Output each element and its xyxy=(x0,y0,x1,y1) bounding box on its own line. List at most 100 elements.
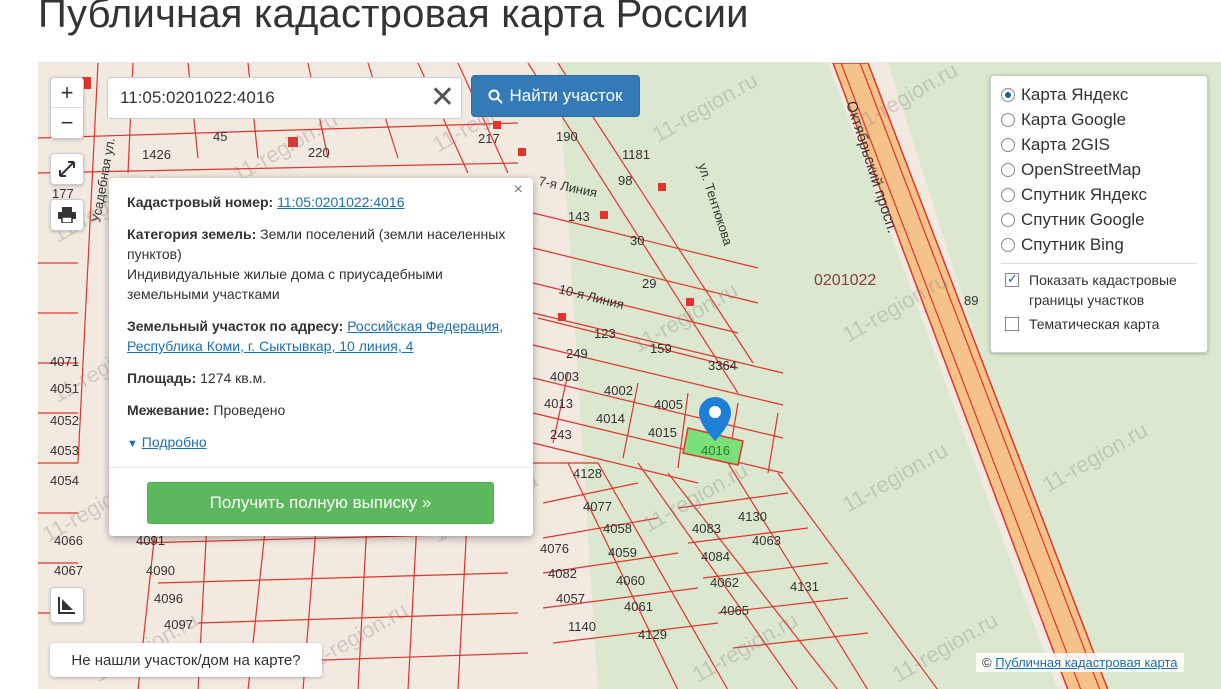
checkbox-checked-icon[interactable] xyxy=(1005,270,1019,290)
zoom-out-button[interactable]: − xyxy=(51,108,83,138)
parcel-label: 243 xyxy=(550,427,572,442)
layer-option-2gis-map[interactable]: Карта 2GIS xyxy=(1001,132,1197,157)
map-container[interactable]: 45 220 1426 177 217 190 1181 98 143 30 2… xyxy=(38,62,1221,689)
radio-selected-icon[interactable] xyxy=(1001,87,1015,102)
parcel-label: 4013 xyxy=(544,396,573,411)
find-parcel-button[interactable]: Найти участок xyxy=(471,75,640,117)
land-category-row: Категория земель: Земли поселений (земли… xyxy=(127,224,515,304)
find-parcel-label: Найти участок xyxy=(509,86,623,105)
layer-label: Карта Google xyxy=(1021,109,1127,129)
copyright-link[interactable]: Публичная кадастровая карта xyxy=(995,655,1177,670)
layer-option-google-map[interactable]: Карта Google xyxy=(1001,107,1197,132)
parcel-label: 4130 xyxy=(738,509,767,524)
parcel-label: 4060 xyxy=(616,573,645,588)
layer-option-yandex-map[interactable]: Карта Яндекс xyxy=(1001,82,1197,107)
zoom-in-button[interactable]: + xyxy=(51,78,83,108)
parcel-label: 4067 xyxy=(54,563,83,578)
thematic-map-toggle[interactable]: Тематическая карта xyxy=(1001,314,1197,334)
parcel-label: 220 xyxy=(308,145,330,160)
copyright-symbol: © xyxy=(982,655,992,670)
parcel-label: 29 xyxy=(642,276,656,291)
show-cadastral-borders-toggle[interactable]: Показать кадастровые границы участков xyxy=(1001,270,1197,310)
parcel-label: 4052 xyxy=(50,413,79,428)
parcel-label: 89 xyxy=(964,293,978,308)
layer-label: OpenStreetMap xyxy=(1021,159,1142,179)
parcel-label: 1426 xyxy=(142,147,171,162)
parcel-label: 4054 xyxy=(50,473,79,488)
get-full-extract-button[interactable]: Получить полную выписку » xyxy=(147,482,494,524)
parcel-label: 3364 xyxy=(708,358,737,373)
survey-value: Проведено xyxy=(213,402,286,418)
search-field[interactable]: ✕ xyxy=(107,77,462,119)
parcel-label: 4071 xyxy=(50,354,79,369)
radio-icon[interactable] xyxy=(1001,137,1015,152)
radio-icon[interactable] xyxy=(1001,162,1015,177)
parcel-label: 143 xyxy=(568,209,590,224)
radio-icon[interactable] xyxy=(1001,212,1015,227)
layer-label: Спутник Яндекс xyxy=(1021,184,1147,204)
parcel-label: 4003 xyxy=(550,369,579,384)
parcel-label: 4063 xyxy=(752,533,781,548)
parcel-label: 4077 xyxy=(583,499,612,514)
checkbox-label: Тематическая карта xyxy=(1029,316,1160,332)
parcel-label: 190 xyxy=(556,129,578,144)
details-link[interactable]: Подробно xyxy=(142,434,207,450)
parcel-label: 4096 xyxy=(154,591,183,606)
parcel-label: 4129 xyxy=(638,627,667,642)
cadastral-number-link[interactable]: 11:05:0201022:4016 xyxy=(277,194,404,210)
layer-label: Карта 2GIS xyxy=(1021,134,1110,154)
parcel-label: 4090 xyxy=(146,563,175,578)
land-usage-value: Индивидуальные жилые дома с приусадебным… xyxy=(127,266,443,302)
parcel-label: 4005 xyxy=(654,397,683,412)
fullscreen-button[interactable] xyxy=(50,153,84,185)
parcel-label: 4065 xyxy=(720,603,749,618)
parcel-label: 4061 xyxy=(624,599,653,614)
parcel-label: 4128 xyxy=(573,466,602,481)
popup-close-button[interactable]: × xyxy=(514,180,523,200)
details-toggle[interactable]: ▼ Подробно xyxy=(127,432,515,454)
checkbox-icon[interactable] xyxy=(1005,317,1019,331)
search-icon xyxy=(488,89,504,104)
area-row: Площадь: 1274 кв.м. xyxy=(127,368,515,388)
popup-divider xyxy=(109,467,533,468)
parcel-label: 4076 xyxy=(540,541,569,556)
search-input[interactable] xyxy=(120,88,420,108)
layers-divider xyxy=(1001,263,1197,264)
parcel-label: 45 xyxy=(213,129,227,144)
print-button[interactable] xyxy=(50,199,84,231)
caret-down-icon: ▼ xyxy=(127,438,138,450)
parcel-label: 4084 xyxy=(701,549,730,564)
close-icon[interactable]: ✕ xyxy=(430,83,455,113)
zoom-control: + − xyxy=(50,77,84,139)
ruler-button[interactable] xyxy=(50,587,84,623)
layer-option-yandex-satellite[interactable]: Спутник Яндекс xyxy=(1001,182,1197,207)
address-row: Земельный участок по адресу: Российская … xyxy=(127,316,515,356)
layer-option-osm[interactable]: OpenStreetMap xyxy=(1001,157,1197,182)
parcel-label: 1140 xyxy=(568,619,596,634)
parcel-label: 4058 xyxy=(603,521,632,536)
radio-icon[interactable] xyxy=(1001,237,1015,252)
address-label: Земельный участок по адресу: xyxy=(127,318,344,334)
layer-label: Спутник Google xyxy=(1021,209,1145,229)
parcel-info-popup: × Кадастровый номер: 11:05:0201022:4016 … xyxy=(109,178,533,536)
parcel-label: 4015 xyxy=(648,425,677,440)
radio-icon[interactable] xyxy=(1001,112,1015,127)
land-category-label: Категория земель: xyxy=(127,226,257,242)
radio-icon[interactable] xyxy=(1001,187,1015,202)
layer-option-bing-satellite[interactable]: Спутник Bing xyxy=(1001,232,1197,257)
parcel-label: 4002 xyxy=(604,383,633,398)
parcel-label: 4062 xyxy=(710,575,739,590)
parcel-label: 1181 xyxy=(622,147,650,162)
survey-label: Межевание: xyxy=(127,402,210,418)
location-marker-icon[interactable] xyxy=(699,397,731,446)
parcel-label: 4014 xyxy=(596,411,625,426)
layer-switcher: Карта Яндекс Карта Google Карта 2GIS Ope… xyxy=(990,75,1208,353)
parcel-label: 4059 xyxy=(608,545,637,560)
checkbox-label: Показать кадастровые границы участков xyxy=(1029,272,1177,308)
page-title: Публичная кадастровая карта России xyxy=(38,0,749,36)
ruler-icon xyxy=(58,597,75,614)
survey-row: Межевание: Проведено xyxy=(127,400,515,420)
layer-label: Спутник Bing xyxy=(1021,234,1124,254)
not-found-button[interactable]: Не нашли участок/дом на карте? xyxy=(50,643,322,677)
layer-option-google-satellite[interactable]: Спутник Google xyxy=(1001,207,1197,232)
